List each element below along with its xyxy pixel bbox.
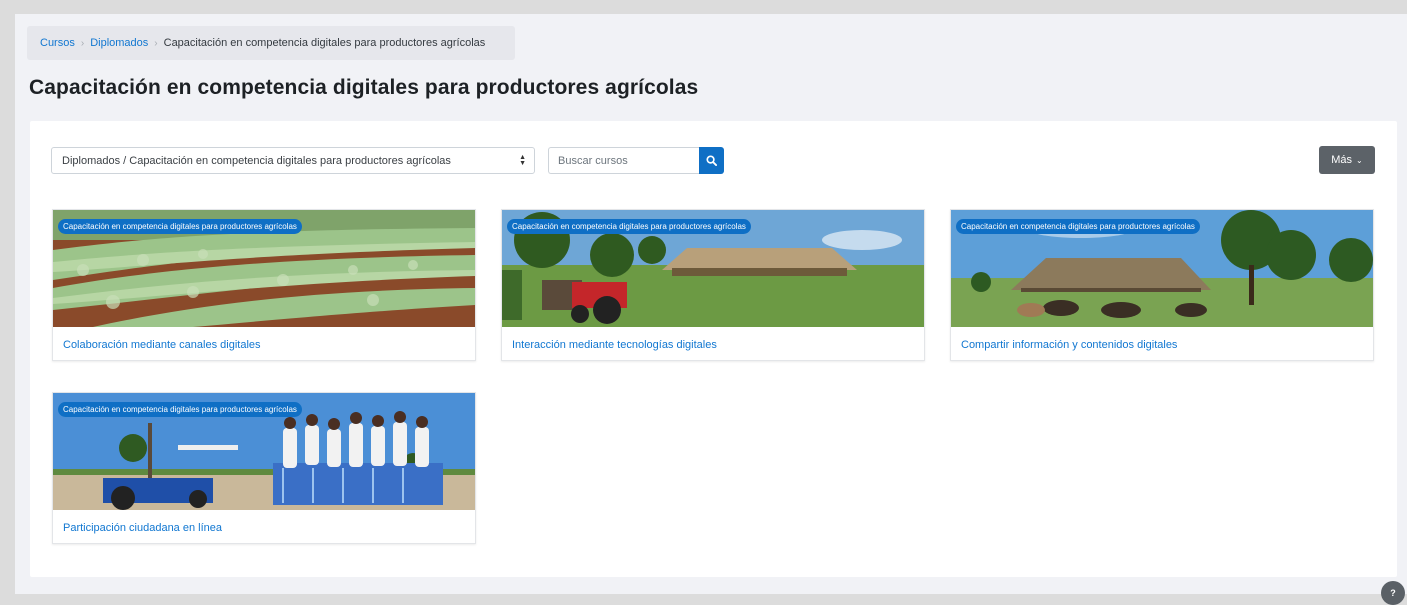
page-title: Capacitación en competencia digitales pa… xyxy=(29,76,699,99)
course-image[interactable]: Capacitación en competencia digitales pa… xyxy=(53,210,475,327)
course-card[interactable]: Capacitación en competencia digitales pa… xyxy=(950,209,1374,361)
course-category-badge: Capacitación en competencia digitales pa… xyxy=(956,219,1200,234)
course-name-link[interactable]: Compartir información y contenidos digit… xyxy=(961,339,1177,351)
course-category-badge: Capacitación en competencia digitales pa… xyxy=(58,402,302,417)
category-select-value: Diplomados / Capacitación en competencia… xyxy=(62,154,451,167)
breadcrumb: Cursos › Diplomados › Capacitación en co… xyxy=(27,26,515,60)
search-button[interactable] xyxy=(699,147,724,174)
breadcrumb-link-cursos[interactable]: Cursos xyxy=(40,37,75,49)
course-category-badge: Capacitación en competencia digitales pa… xyxy=(507,219,751,234)
course-name-link[interactable]: Participación ciudadana en línea xyxy=(63,522,222,534)
breadcrumb-current: Capacitación en competencia digitales pa… xyxy=(163,37,486,49)
more-button[interactable]: Más ⌄ xyxy=(1319,146,1375,174)
course-name-link[interactable]: Interacción mediante tecnologías digital… xyxy=(512,339,717,351)
select-arrows-icon: ▲ ▼ xyxy=(519,154,526,167)
breadcrumb-link-diplomados[interactable]: Diplomados xyxy=(90,37,148,49)
course-image[interactable]: Capacitación en competencia digitales pa… xyxy=(502,210,924,327)
course-listing-panel: Diplomados / Capacitación en competencia… xyxy=(30,121,1397,577)
help-button[interactable]: ? xyxy=(1381,581,1405,605)
course-name-link[interactable]: Colaboración mediante canales digitales xyxy=(63,339,261,351)
course-card[interactable]: Capacitación en competencia digitales pa… xyxy=(501,209,925,361)
course-image[interactable]: Capacitación en competencia digitales pa… xyxy=(951,210,1373,327)
course-card[interactable]: Capacitación en competencia digitales pa… xyxy=(52,209,476,361)
category-select[interactable]: Diplomados / Capacitación en competencia… xyxy=(51,147,535,174)
breadcrumb-separator: › xyxy=(154,37,158,49)
course-card[interactable]: Capacitación en competencia digitales pa… xyxy=(52,392,476,544)
chevron-down-icon: ⌄ xyxy=(1356,155,1363,165)
more-button-label: Más xyxy=(1331,154,1353,166)
search-input[interactable] xyxy=(548,147,699,174)
help-button-label: ? xyxy=(1390,588,1396,598)
page-container: Cursos › Diplomados › Capacitación en co… xyxy=(15,14,1407,605)
course-category-badge: Capacitación en competencia digitales pa… xyxy=(58,219,302,234)
search-icon xyxy=(706,155,717,166)
course-image[interactable]: Capacitación en competencia digitales pa… xyxy=(53,393,475,510)
course-search xyxy=(548,147,724,174)
breadcrumb-separator: › xyxy=(80,37,85,49)
